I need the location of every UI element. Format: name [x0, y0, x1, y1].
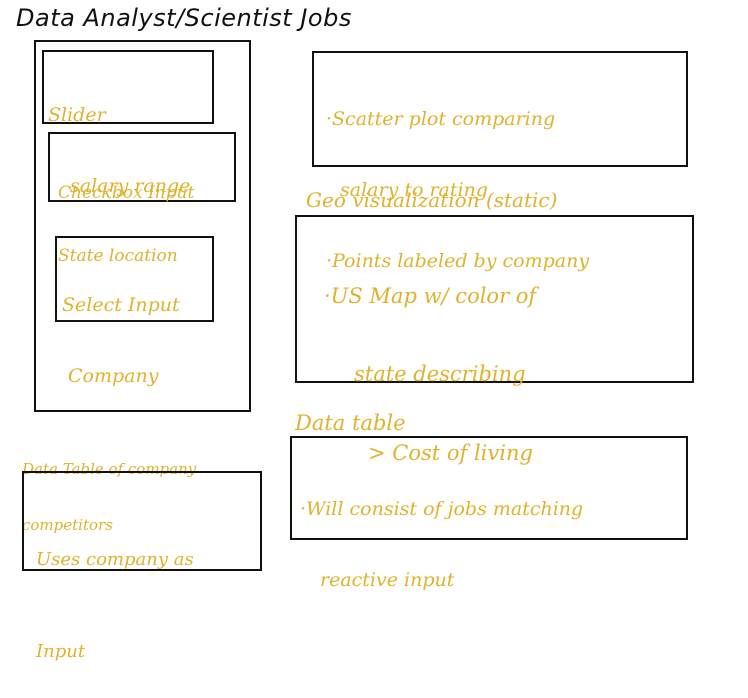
competitors-body-line1: Uses company as — [36, 549, 194, 571]
competitors-body-line2: Input — [36, 640, 86, 662]
geo-note-line1: ·US Map w/ color of — [324, 283, 537, 308]
slider-label-line1: Slider — [48, 103, 106, 126]
geo-note-line2: state describing — [354, 362, 526, 387]
checkbox-label-line1: Checkbox Input — [58, 182, 195, 203]
select-label: Select Input Company — [62, 246, 180, 412]
datatable-note-line2: reactive input — [320, 568, 455, 591]
select-label-line1: Select Input — [62, 293, 180, 316]
geo-heading: Geo visualization (static) — [306, 188, 558, 212]
scatter-note-line1: ·Scatter plot comparing — [326, 107, 556, 130]
datatable-heading: Data table — [295, 411, 406, 435]
select-label-line2: Company — [68, 364, 159, 387]
page-title: Data Analyst/Scientist Jobs — [16, 4, 352, 32]
datatable-notes: ·Will consist of jobs matching reactive … — [300, 450, 583, 616]
datatable-note-line1: ·Will consist of jobs matching — [300, 497, 584, 520]
competitors-body: Uses company as Input — [36, 484, 194, 698]
